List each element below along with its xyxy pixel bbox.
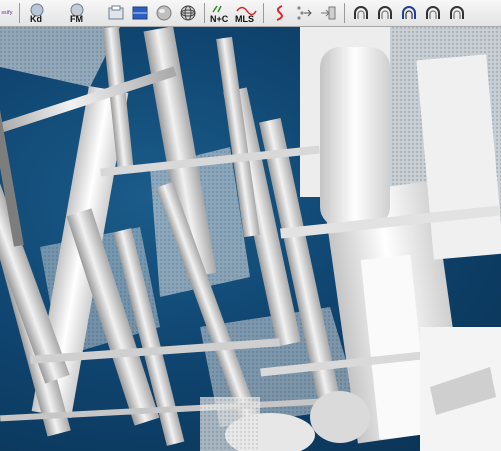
toolbar-separator [19,3,20,23]
fm-icon: FM [66,3,102,23]
kd-tree-icon: Kd [26,3,62,23]
kd-label: Kd [30,14,42,23]
main-toolbar: ssify Kd FM N+C MLS [0,0,501,27]
arch-tool-4-button[interactable] [422,2,444,24]
arch-tool-3-button[interactable] [398,2,420,24]
sample-points-button[interactable] [105,2,127,24]
arch-icon [376,4,394,22]
fm-label: FM [70,14,83,23]
toolbar-separator [263,3,264,23]
arch-blue-icon [400,4,418,22]
arch-icon [424,4,442,22]
sphere-icon [155,4,173,22]
projection-arrow-button[interactable] [317,2,339,24]
grid-view-button[interactable] [129,2,151,24]
kd-tree-button[interactable]: Kd [25,2,63,24]
mls-icon: MLS [234,3,258,23]
arch-tool-5-button[interactable] [446,2,468,24]
mesh-sphere-icon [179,4,197,22]
arch-icon [448,4,466,22]
red-curve-icon [271,4,289,22]
curve-fit-button[interactable] [269,2,291,24]
toolbar-separator [344,3,345,23]
normals-button[interactable]: N+C [210,2,232,24]
point-cloud-render [0,27,501,451]
mesh-sphere-button[interactable] [177,2,199,24]
normals-label: N+C [210,14,229,23]
grid-view-icon [131,4,149,22]
toolbar-fragment-label: ssify [1,10,13,16]
arch-tool-2-button[interactable] [374,2,396,24]
sphere-button[interactable] [153,2,175,24]
normals-icon: N+C [210,3,232,23]
arch-tool-1-button[interactable] [350,2,372,24]
points-projection-button[interactable] [293,2,315,24]
arch-icon [352,4,370,22]
fm-button[interactable]: FM [65,2,103,24]
points-projection-icon [295,4,313,22]
sample-points-icon [107,4,125,22]
projection-arrow-icon [319,4,337,22]
toolbar-separator [204,3,205,23]
point-cloud-viewport[interactable] [0,27,501,451]
mls-button[interactable]: MLS [234,2,258,24]
mls-label: MLS [235,14,254,23]
